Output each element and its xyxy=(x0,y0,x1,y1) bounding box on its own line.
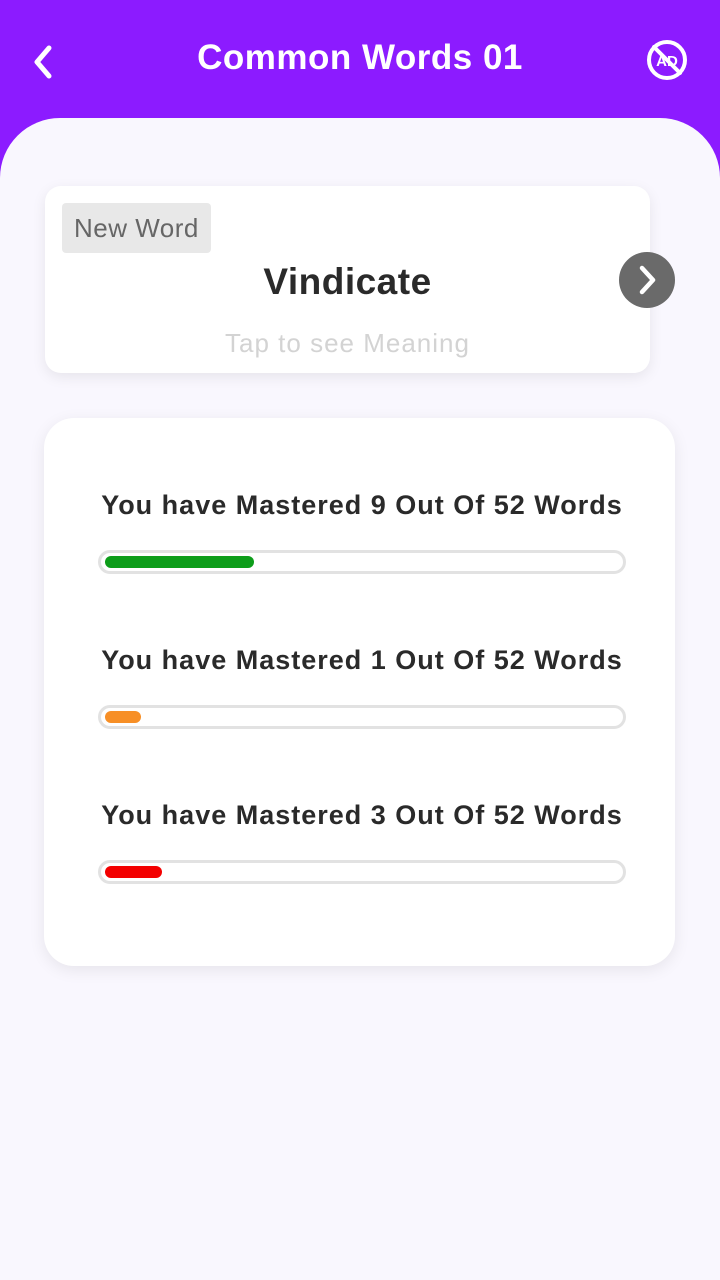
progress-fill xyxy=(105,866,162,878)
progress-label: You have Mastered 1 Out Of 52 Words xyxy=(101,645,623,675)
progress-fill xyxy=(105,556,254,568)
progress-item: You have Mastered 9 Out Of 52 Words xyxy=(98,490,626,574)
page-title: Common Words 01 xyxy=(197,38,523,77)
no-ads-icon: AD xyxy=(647,40,687,80)
chevron-right-icon xyxy=(639,265,656,295)
progress-item: You have Mastered 1 Out Of 52 Words xyxy=(98,645,626,729)
new-word-badge: New Word xyxy=(62,203,211,253)
progress-fill xyxy=(105,711,141,723)
next-word-button[interactable] xyxy=(619,252,675,308)
tap-hint: Tap to see Meaning xyxy=(225,328,470,358)
progress-track xyxy=(98,860,626,884)
word-flashcard[interactable]: New Word Vindicate Tap to see Meaning xyxy=(45,186,650,373)
progress-track xyxy=(98,705,626,729)
progress-label: You have Mastered 3 Out Of 52 Words xyxy=(101,800,623,830)
remove-ads-button[interactable]: AD xyxy=(644,37,690,83)
progress-item: You have Mastered 3 Out Of 52 Words xyxy=(98,800,626,884)
progress-label: You have Mastered 9 Out Of 52 Words xyxy=(101,490,623,520)
word-text: Vindicate xyxy=(263,261,432,302)
main-content: New Word Vindicate Tap to see Meaning Yo… xyxy=(0,118,720,1280)
mastery-progress-card: You have Mastered 9 Out Of 52 Words You … xyxy=(44,418,675,966)
progress-track xyxy=(98,550,626,574)
